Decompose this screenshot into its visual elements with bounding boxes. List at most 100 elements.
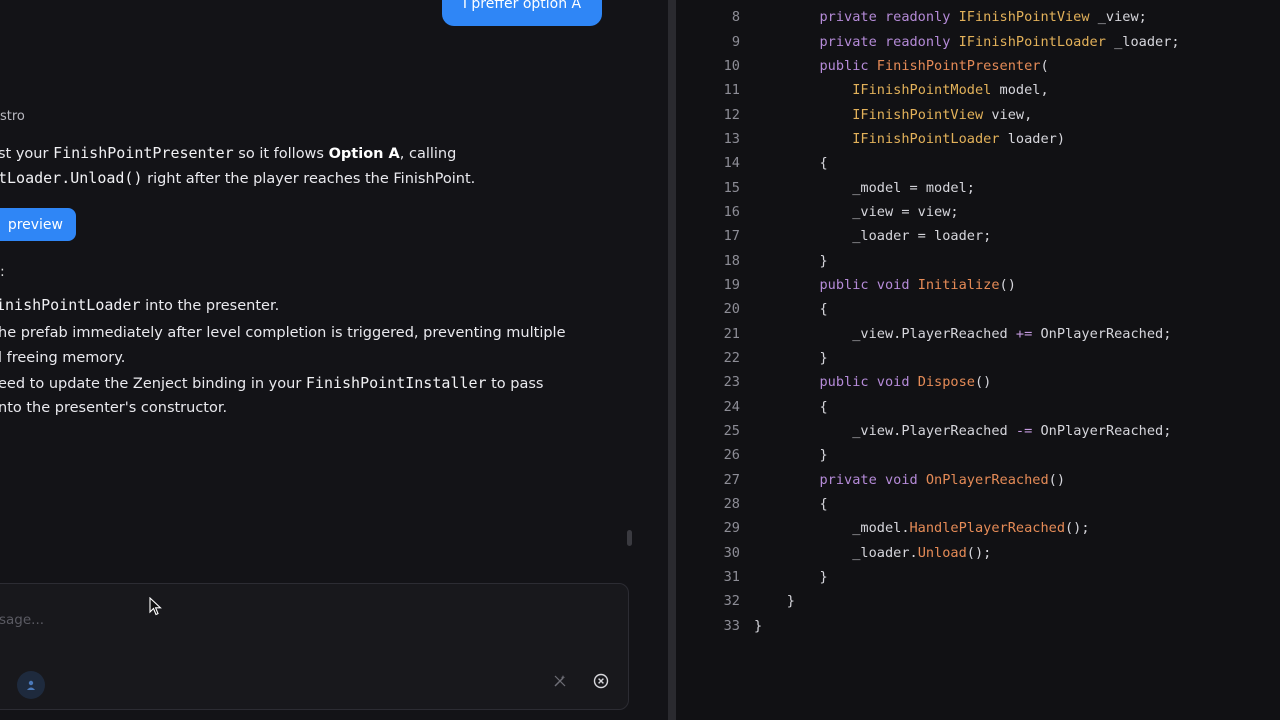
reply-line: st your FinishPointPresenter so it follo… <box>0 144 456 162</box>
code-token: IFinishPointModel <box>852 82 992 99</box>
code-line: 28 { <box>676 492 1280 516</box>
code-lines: 8 private readonly IFinishPointView _vie… <box>676 5 1280 638</box>
inline-code: FinishPointPresenter <box>53 144 234 162</box>
code-line: 31 } <box>676 565 1280 589</box>
code-token: Unload <box>917 544 967 561</box>
code-token: IFinishPointLoader <box>958 33 1106 50</box>
message-input[interactable] <box>0 612 499 628</box>
code-token: _loader; <box>1105 33 1180 50</box>
line-number: 16 <box>723 203 740 220</box>
code-token: -= <box>1015 423 1033 440</box>
code-token: private void <box>754 471 926 488</box>
mouse-pointer-icon <box>149 597 162 616</box>
code-token: } <box>754 252 828 269</box>
code-token: { <box>754 301 828 318</box>
code-token: FinishPointPresenter <box>876 57 1041 74</box>
line-number: 20 <box>723 301 740 318</box>
code-text: } <box>740 593 795 609</box>
code-text: private readonly IFinishPointLoader _loa… <box>740 33 1180 50</box>
code-text: _model.HandlePlayerReached(); <box>740 520 1090 537</box>
code-token: OnPlayerReached <box>925 471 1049 488</box>
code-line: 22 } <box>676 346 1280 370</box>
code-token: view, <box>983 106 1033 123</box>
code-line: 21 _view.PlayerReached += OnPlayerReache… <box>676 321 1280 345</box>
reply-text: eed to update the Zenject binding in you… <box>0 376 306 392</box>
code-editor[interactable]: 8 private readonly IFinishPointView _vie… <box>676 0 1280 720</box>
code-text: _loader.Unload(); <box>740 545 991 561</box>
code-token: model, <box>991 82 1049 99</box>
line-number: 33 <box>723 617 740 634</box>
line-number: 18 <box>723 252 740 269</box>
line-number: 27 <box>723 471 740 488</box>
code-text: private readonly IFinishPointView _view; <box>740 9 1146 26</box>
chat-scrollbar[interactable] <box>627 530 632 546</box>
code-text: { <box>740 155 827 171</box>
code-text: _loader = loader; <box>740 228 991 244</box>
reply-text: to pass <box>486 376 544 392</box>
code-token: IFinishPointView <box>852 106 984 123</box>
code-token: } <box>754 593 795 610</box>
reply-line: tLoader.Unload() right after the player … <box>0 169 475 187</box>
code-token: } <box>754 349 828 366</box>
assistant-name-label: stro <box>0 109 25 124</box>
line-number: 8 <box>731 9 740 26</box>
code-text: } <box>740 349 828 366</box>
line-number: 30 <box>723 544 740 561</box>
reply-line: nto the presenter's constructor. <box>0 400 228 416</box>
line-number: 31 <box>723 569 740 586</box>
code-token: _model = model; <box>754 179 975 196</box>
code-text: _view.PlayerReached -= OnPlayerReached; <box>740 423 1171 439</box>
reply-text: st your <box>0 146 54 162</box>
line-number: 22 <box>723 349 740 366</box>
code-text: } <box>740 569 827 585</box>
code-token: public <box>754 57 877 74</box>
reply-line: inishPointLoader into the presenter. <box>0 296 279 314</box>
person-icon[interactable] <box>17 671 45 699</box>
code-text: { <box>740 301 828 318</box>
reply-line: he prefab immediately after level comple… <box>0 325 566 341</box>
line-number: 19 <box>723 276 740 293</box>
code-line: 8 private readonly IFinishPointView _vie… <box>676 5 1280 29</box>
code-token: _loader. <box>754 544 918 561</box>
line-number: 23 <box>723 374 740 391</box>
code-text: } <box>740 618 762 634</box>
preview-button[interactable]: preview <box>0 208 76 241</box>
chat-pane: I preffer option A stro st your FinishPo… <box>0 0 668 720</box>
code-line: 13 IFinishPointLoader loader) <box>676 127 1280 151</box>
magic-wand-icon[interactable] <box>549 670 571 692</box>
code-text: _model = model; <box>740 180 975 196</box>
line-number: 12 <box>723 106 740 123</box>
code-token: { <box>754 496 828 513</box>
close-circle-icon[interactable] <box>590 670 612 692</box>
line-number: 29 <box>723 520 740 537</box>
code-token: private readonly <box>754 9 959 26</box>
code-token: OnPlayerReached; <box>1032 423 1172 440</box>
reply-bold: Option A <box>328 146 400 162</box>
code-token: += <box>1015 325 1033 342</box>
line-number: 11 <box>723 82 740 99</box>
code-text: public void Initialize() <box>740 276 1016 293</box>
code-line: 12 IFinishPointView view, <box>676 102 1280 126</box>
reply-text: , calling <box>399 146 457 162</box>
code-line: 29 _model.HandlePlayerReached(); <box>676 516 1280 540</box>
inline-code: FinishPointInstaller <box>305 374 487 392</box>
code-token: (); <box>1065 520 1090 537</box>
code-text: public FinishPointPresenter( <box>740 57 1049 74</box>
line-number: 15 <box>723 179 740 196</box>
code-token: () <box>1048 471 1066 488</box>
code-token: Initialize <box>917 276 1000 293</box>
code-line: 16 _view = view; <box>676 200 1280 224</box>
code-token: ( <box>1040 57 1049 74</box>
code-line: 19 public void Initialize() <box>676 273 1280 297</box>
user-message-text: I preffer option A <box>462 0 582 12</box>
code-token: public void <box>754 374 918 391</box>
line-number: 24 <box>723 398 740 415</box>
line-number: 9 <box>731 33 740 50</box>
reply-text: so it follows <box>233 146 329 162</box>
pane-divider[interactable] <box>668 0 676 720</box>
code-token: () <box>999 276 1016 293</box>
code-line: 33} <box>676 614 1280 638</box>
code-text: } <box>740 447 827 463</box>
code-token: IFinishPointLoader <box>852 130 1000 147</box>
